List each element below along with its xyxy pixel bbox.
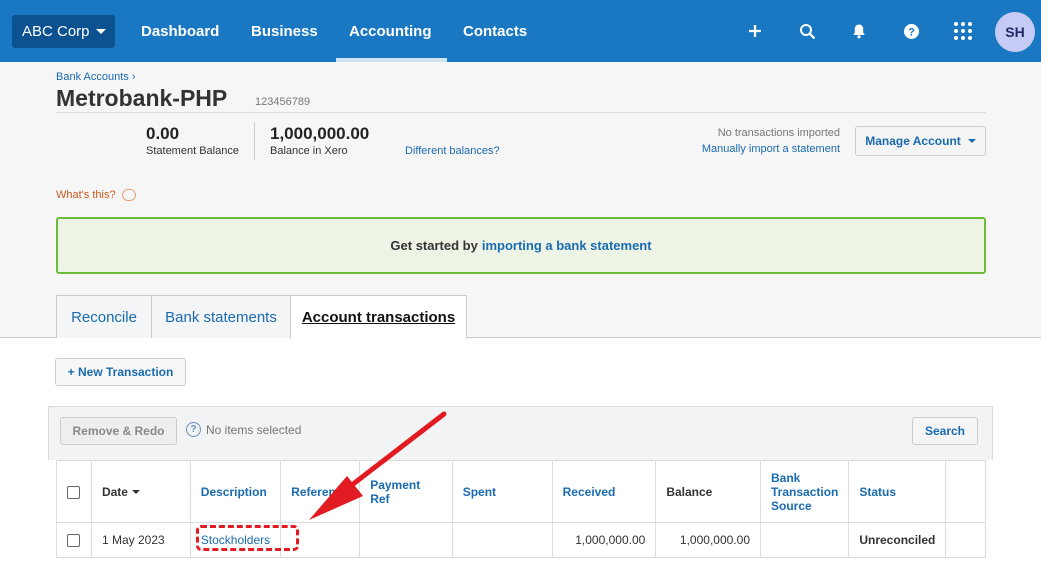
row-select-cell — [56, 522, 92, 558]
row-extra — [945, 522, 986, 558]
different-balances-link[interactable]: Different balances? — [405, 145, 500, 157]
manage-account-label: Manage Account — [865, 134, 961, 148]
nav-dashboard[interactable]: Dashboard — [141, 0, 219, 62]
statement-balance-value: 0.00 — [146, 124, 180, 143]
apps-grid-icon[interactable] — [951, 19, 975, 43]
row-checkbox[interactable] — [67, 534, 81, 548]
tab-bank-statements[interactable]: Bank statements — [151, 295, 291, 338]
new-transaction-button[interactable]: + New Transaction — [55, 358, 186, 386]
column-header-description[interactable]: Description — [189, 460, 282, 523]
row-received: 1,000,000.00 — [551, 522, 657, 558]
breadcrumb[interactable]: Bank Accounts › — [56, 71, 136, 83]
top-navigation-bar: ABC Corp Dashboard Business Accounting C… — [0, 0, 1041, 62]
sort-down-icon — [131, 490, 140, 495]
organisation-switcher[interactable]: ABC Corp — [12, 15, 115, 48]
nav-contacts[interactable]: Contacts — [463, 0, 527, 62]
tab-account-transactions[interactable]: Account transactions — [290, 295, 467, 339]
row-source — [759, 522, 850, 558]
whats-this-link[interactable]: What's this? — [56, 189, 136, 201]
balance-divider — [254, 122, 255, 160]
get-started-banner: Get started by importing a bank statemen… — [56, 217, 986, 274]
page-title: Metrobank-PHP — [56, 85, 228, 111]
help-icon[interactable]: ? — [899, 19, 923, 43]
xero-balance-label: Balance in Xero — [270, 145, 348, 157]
row-status: Unreconciled — [848, 522, 947, 558]
column-header-payment-ref[interactable]: Payment Ref — [359, 460, 453, 523]
bell-icon[interactable] — [847, 19, 871, 43]
column-header-reference[interactable]: Reference — [280, 460, 361, 523]
help-circle-icon[interactable]: ? — [186, 422, 201, 437]
table-header-row: Date Description Reference Payment Ref S… — [56, 460, 986, 523]
column-header-received[interactable]: Received — [551, 460, 657, 523]
column-header-extra — [945, 460, 986, 523]
whats-this-label: What's this? — [56, 189, 116, 201]
chevron-down-icon — [95, 29, 106, 34]
annotation-highlight-box — [196, 525, 299, 551]
user-avatar[interactable]: SH — [995, 12, 1035, 52]
nav-business[interactable]: Business — [251, 0, 318, 62]
header-divider — [56, 112, 986, 113]
nav-accounting[interactable]: Accounting — [336, 0, 446, 62]
row-balance: 1,000,000.00 — [655, 522, 761, 558]
row-payment-ref — [359, 522, 453, 558]
selection-status: No items selected — [206, 423, 302, 437]
organisation-name: ABC Corp — [22, 23, 90, 40]
column-header-bank-transaction-source[interactable]: Bank Transaction Source — [759, 460, 850, 523]
search-button[interactable]: Search — [912, 417, 978, 445]
column-header-spent[interactable]: Spent — [451, 460, 553, 523]
xero-balance-value: 1,000,000.00 — [270, 124, 370, 143]
row-date: 1 May 2023 — [90, 522, 191, 558]
plus-icon[interactable] — [743, 19, 767, 43]
account-number: 123456789 — [255, 96, 311, 108]
search-icon[interactable] — [795, 19, 819, 43]
statement-balance-label: Statement Balance — [146, 145, 239, 157]
select-all-checkbox[interactable] — [67, 485, 81, 499]
chevron-down-icon — [967, 139, 976, 143]
manual-import-link[interactable]: Manually import a statement — [702, 143, 840, 155]
banner-text: Get started by — [390, 238, 478, 253]
column-header-date[interactable]: Date — [90, 460, 191, 523]
tab-reconcile[interactable]: Reconcile — [56, 295, 152, 338]
speech-bubble-icon — [121, 189, 136, 201]
column-header-status[interactable]: Status — [848, 460, 947, 523]
column-header-balance: Balance — [655, 460, 761, 523]
import-status-text: No transactions imported — [717, 127, 840, 139]
manage-account-button[interactable]: Manage Account — [855, 126, 986, 156]
svg-text:?: ? — [908, 26, 915, 38]
remove-redo-button[interactable]: Remove & Redo — [60, 417, 177, 445]
import-statement-link[interactable]: importing a bank statement — [482, 238, 652, 253]
row-spent — [451, 522, 553, 558]
date-header-label: Date — [101, 484, 128, 499]
select-all-cell — [56, 460, 92, 523]
